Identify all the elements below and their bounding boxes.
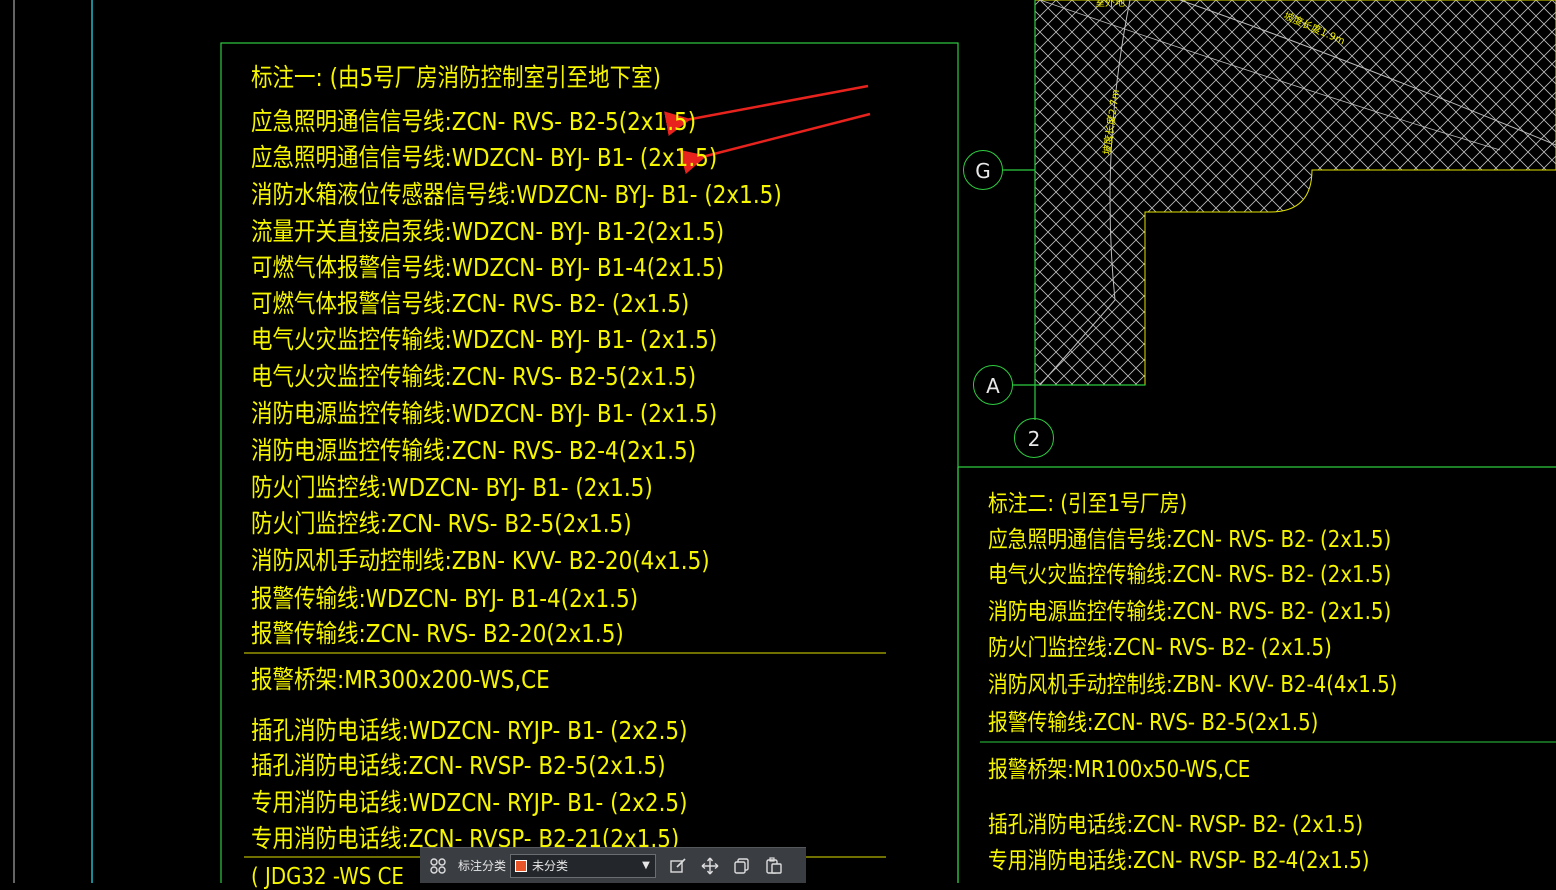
note1-line: 电气火灾监控传输线:WDZCN- BYJ- B1- (2x1.5): [251, 325, 718, 354]
note2-tray: 报警桥架:MR100x50-WS,CE: [988, 757, 1251, 783]
paste-icon[interactable]: [760, 852, 788, 880]
grid-apps-icon[interactable]: [424, 852, 452, 880]
note1-line: 消防风机手动控制线:ZBN- KVV- B2-20(4x1.5): [251, 546, 710, 575]
note1-line: 消防电源监控传输线:ZCN- RVS- B2-4(2x1.5): [251, 436, 697, 465]
red-arrow-2: [679, 112, 871, 175]
note1-line: 应急照明通信信号线:ZCN- RVS- B2-5(2x1.5): [251, 107, 697, 136]
red-arrow-1: [664, 84, 869, 136]
annotation-category-label: 标注分类: [458, 859, 507, 873]
note2-line: 电气火灾监控传输线:ZCN- RVS- B2- (2x1.5): [988, 562, 1392, 588]
note1-line: 防火门监控线:ZCN- RVS- B2-5(2x1.5): [251, 509, 632, 538]
note1-line: 报警传输线:WDZCN- BYJ- B1-4(2x1.5): [251, 584, 639, 613]
note2-line: 消防风机手动控制线:ZBN- KVV- B2-4(4x1.5): [988, 672, 1398, 698]
note1-tray: 报警桥架:MR300x200-WS,CE: [251, 665, 550, 694]
note1-phone-line: 插孔消防电话线:WDZCN- RYJP- B1- (2x2.5): [251, 716, 688, 745]
copy-icon[interactable]: [728, 852, 756, 880]
note1-cut-line: ( JDG32 -WS CE: [251, 864, 404, 890]
note1-line: 报警传输线:ZCN- RVS- B2-20(2x1.5): [251, 619, 624, 648]
note1-phone-line: 插孔消防电话线:ZCN- RVSP- B2-5(2x1.5): [251, 751, 666, 780]
grid-bubble-a: A: [973, 365, 1013, 405]
move-icon[interactable]: [696, 852, 724, 880]
note1-line: 可燃气体报警信号线:ZCN- RVS- B2- (2x1.5): [251, 289, 690, 318]
edit-icon[interactable]: [664, 852, 692, 880]
note2-title: 标注二: (引至1号厂房): [988, 491, 1188, 517]
note1-phone-line: 专用消防电话线:WDZCN- RYJP- B1- (2x2.5): [251, 788, 688, 817]
note1-line: 电气火灾监控传输线:ZCN- RVS- B2-5(2x1.5): [251, 362, 697, 391]
note2-line: 应急照明通信信号线:ZCN- RVS- B2- (2x1.5): [988, 527, 1392, 553]
annotation-toolbar: 标注分类 未分类 ▼: [420, 847, 806, 883]
note1-line: 防火门监控线:WDZCN- BYJ- B1- (2x1.5): [251, 473, 653, 502]
category-select-value: 未分类: [532, 859, 569, 873]
cad-drawing-canvas[interactable]: 室外地 坡度长度1.9m 坡度长度2.7m: [0, 0, 1556, 883]
note2-phone-line: 插孔消防电话线:ZCN- RVSP- B2- (2x1.5): [988, 812, 1364, 838]
note2-line: 报警传输线:ZCN- RVS- B2-5(2x1.5): [988, 710, 1319, 736]
note2-line: 防火门监控线:ZCN- RVS- B2- (2x1.5): [988, 635, 1332, 661]
annotation-category-select[interactable]: 未分类 ▼: [510, 853, 657, 878]
note2-line: 消防电源监控传输线:ZCN- RVS- B2- (2x1.5): [988, 599, 1392, 625]
note1-line: 应急照明通信信号线:WDZCN- BYJ- B1- (2x1.5): [251, 143, 718, 172]
grid-bubble-g: G: [963, 150, 1003, 190]
note1-line: 流量开关直接启泵线:WDZCN- BYJ- B1-2(2x1.5): [251, 217, 725, 246]
chevron-down-icon: ▼: [642, 860, 650, 871]
note1-line: 消防水箱液位传感器信号线:WDZCN- BYJ- B1- (2x1.5): [251, 180, 782, 209]
note1-line: 消防电源监控传输线:WDZCN- BYJ- B1- (2x1.5): [251, 399, 718, 428]
note1-line: 可燃气体报警信号线:WDZCN- BYJ- B1-4(2x1.5): [251, 253, 725, 282]
note1-title: 标注一: (由5号厂房消防控制室引至地下室): [251, 63, 662, 92]
note2-phone-line: 专用消防电话线:ZCN- RVSP- B2-4(2x1.5): [988, 848, 1370, 874]
category-color-swatch: [515, 859, 528, 872]
plan-label-top: 室外地: [1095, 0, 1125, 9]
grid-bubble-2: 2: [1014, 418, 1054, 458]
hatch-region: [1034, 0, 1556, 386]
